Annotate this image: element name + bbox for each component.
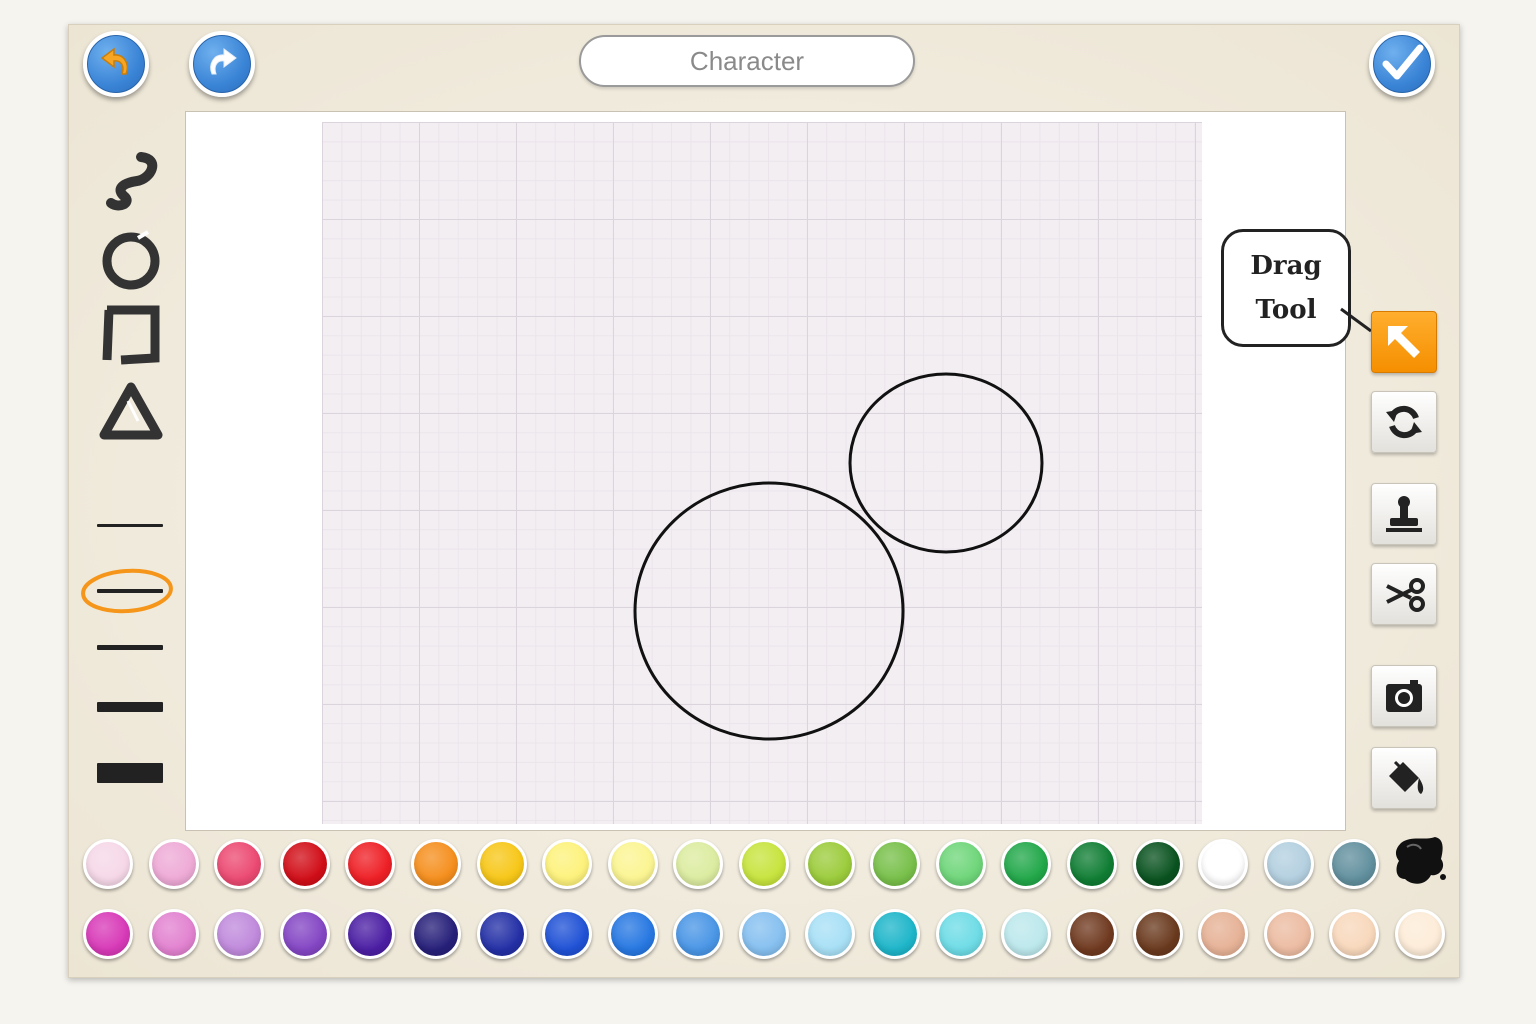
color-swatch[interactable] bbox=[870, 839, 921, 889]
tooltip-line1: Drag bbox=[1250, 251, 1322, 281]
circle-tool[interactable] bbox=[95, 229, 167, 293]
title-input[interactable]: Character bbox=[579, 35, 915, 87]
stroke-width-4[interactable] bbox=[95, 687, 165, 727]
color-swatch[interactable] bbox=[476, 909, 527, 959]
color-swatch[interactable] bbox=[1263, 839, 1314, 889]
color-swatch[interactable] bbox=[542, 839, 593, 889]
freehand-icon bbox=[106, 152, 158, 211]
scissors-icon bbox=[1386, 578, 1425, 612]
color-swatch[interactable] bbox=[542, 909, 593, 959]
color-swatch[interactable] bbox=[1198, 839, 1249, 889]
circle-shape-large[interactable] bbox=[633, 481, 905, 741]
color-swatch[interactable] bbox=[1263, 909, 1314, 959]
color-swatch[interactable] bbox=[1198, 909, 1249, 959]
rotate-tool-button[interactable] bbox=[1371, 391, 1437, 453]
color-swatch[interactable] bbox=[411, 909, 461, 959]
tooltip-line2: Tool bbox=[1255, 295, 1317, 325]
color-swatch[interactable] bbox=[1329, 909, 1380, 959]
redo-icon bbox=[210, 48, 237, 75]
fill-tool-button[interactable] bbox=[1371, 747, 1437, 809]
color-swatch[interactable] bbox=[148, 909, 199, 959]
stroke-width-2[interactable] bbox=[81, 568, 173, 614]
color-swatch[interactable] bbox=[607, 839, 658, 889]
canvas-shapes bbox=[633, 372, 1044, 741]
color-swatch[interactable] bbox=[1001, 909, 1052, 959]
drag-icon bbox=[1388, 326, 1420, 358]
color-swatch[interactable] bbox=[83, 839, 133, 889]
color-swatch[interactable] bbox=[870, 909, 921, 959]
color-swatch[interactable] bbox=[804, 839, 855, 889]
color-swatch[interactable] bbox=[739, 839, 789, 889]
triangle-icon bbox=[99, 382, 163, 440]
color-swatch[interactable] bbox=[476, 839, 527, 889]
cut-tool-button[interactable] bbox=[1371, 563, 1437, 625]
color-swatch[interactable] bbox=[214, 909, 265, 959]
color-swatch[interactable] bbox=[673, 839, 724, 889]
circle-shape-small[interactable] bbox=[848, 372, 1044, 554]
stamp-tool-button[interactable] bbox=[1371, 483, 1437, 545]
redo-button[interactable] bbox=[189, 31, 255, 97]
stroke-width-1[interactable] bbox=[95, 505, 165, 545]
drawing-canvas[interactable] bbox=[322, 122, 1202, 824]
done-button[interactable] bbox=[1369, 31, 1435, 97]
drag-tool-button[interactable] bbox=[1371, 311, 1437, 373]
color-swatch[interactable] bbox=[148, 839, 199, 889]
paint-bucket-icon bbox=[1389, 760, 1424, 794]
color-swatch[interactable] bbox=[214, 839, 265, 889]
color-swatch[interactable] bbox=[1329, 839, 1380, 889]
stroke-width-5[interactable] bbox=[95, 753, 165, 793]
color-swatch[interactable] bbox=[1001, 839, 1052, 889]
color-swatch[interactable] bbox=[804, 909, 855, 959]
color-swatch[interactable] bbox=[83, 909, 133, 959]
rectangle-icon bbox=[102, 305, 160, 365]
drag-tool-tooltip: Drag Tool bbox=[1221, 229, 1351, 347]
drawing-canvas-frame bbox=[185, 111, 1346, 831]
color-swatch[interactable] bbox=[935, 909, 986, 959]
color-swatch[interactable] bbox=[1067, 839, 1117, 889]
undo-icon bbox=[100, 47, 128, 75]
color-swatch[interactable] bbox=[673, 909, 724, 959]
color-swatch[interactable] bbox=[345, 909, 396, 959]
triangle-tool[interactable] bbox=[95, 379, 167, 443]
stamp-icon bbox=[1386, 496, 1422, 532]
camera-tool-button[interactable] bbox=[1371, 665, 1437, 727]
color-swatch[interactable] bbox=[279, 839, 330, 889]
color-swatch[interactable] bbox=[1132, 839, 1183, 889]
paint-editor-window: Character Drag Tool bbox=[68, 24, 1460, 978]
color-swatch[interactable] bbox=[345, 839, 396, 889]
ink-blot-icon[interactable] bbox=[1391, 831, 1449, 891]
color-swatch[interactable] bbox=[411, 839, 461, 889]
circle-icon bbox=[102, 230, 160, 290]
checkmark-icon bbox=[1382, 44, 1424, 80]
rectangle-tool[interactable] bbox=[95, 303, 167, 367]
camera-icon bbox=[1386, 680, 1422, 712]
color-swatch[interactable] bbox=[1395, 909, 1445, 959]
color-swatch[interactable] bbox=[607, 909, 658, 959]
color-swatch[interactable] bbox=[935, 839, 986, 889]
color-swatch[interactable] bbox=[1067, 909, 1117, 959]
undo-button[interactable] bbox=[83, 31, 149, 97]
color-swatch[interactable] bbox=[279, 909, 330, 959]
selection-ring bbox=[81, 568, 173, 614]
freehand-tool[interactable] bbox=[95, 149, 167, 213]
color-swatch[interactable] bbox=[1132, 909, 1183, 959]
stroke-width-3[interactable] bbox=[95, 627, 165, 667]
color-swatch[interactable] bbox=[739, 909, 789, 959]
rotate-icon bbox=[1386, 405, 1422, 439]
